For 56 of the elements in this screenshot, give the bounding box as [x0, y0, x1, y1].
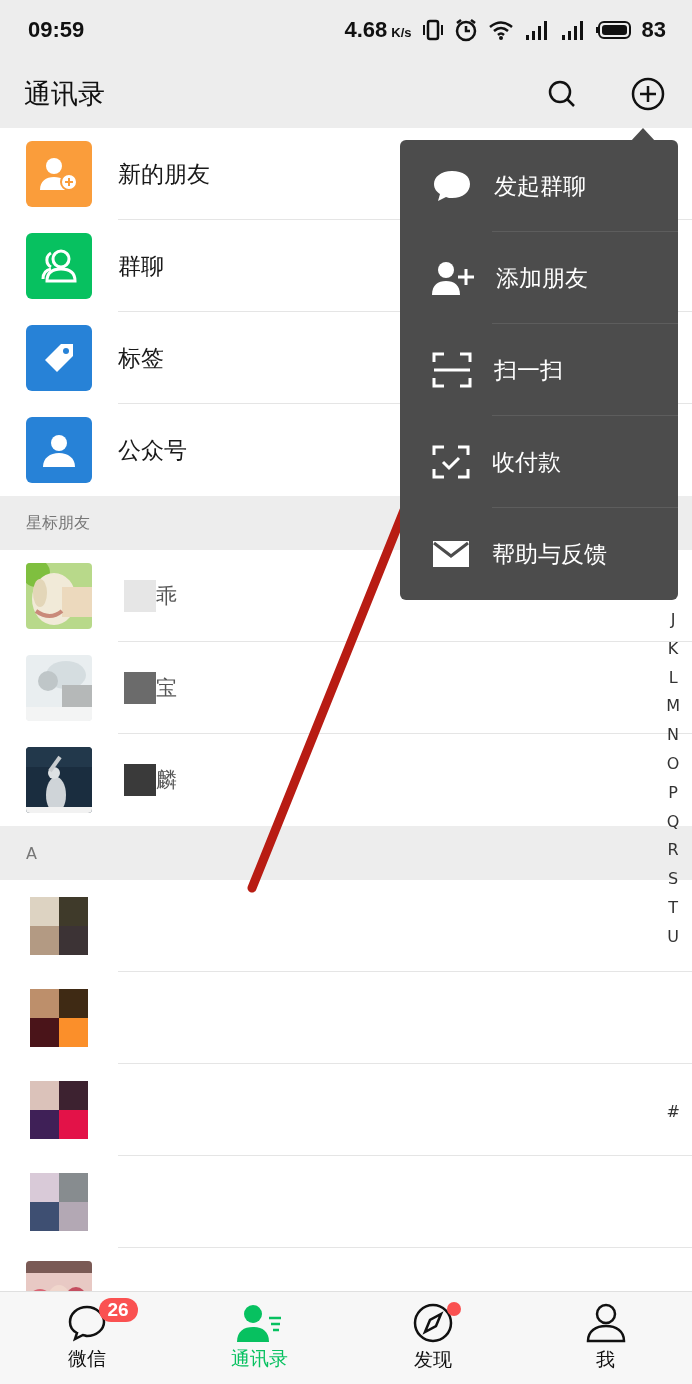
index-letter[interactable]: R — [667, 836, 679, 866]
entry-label[interactable]: 新的朋友 — [118, 158, 210, 190]
tab[interactable]: 微信 26 — [0, 1292, 173, 1384]
index-letter[interactable]: J — [670, 606, 676, 635]
menu-item[interactable]: 添加朋友 — [400, 232, 678, 324]
person-plus-icon — [40, 156, 78, 192]
index-letter[interactable]: O — [666, 750, 680, 779]
index-letter[interactable]: L — [668, 663, 678, 693]
contact-name[interactable]: 宝 — [156, 674, 177, 702]
index-letter[interactable]: M — [666, 692, 680, 722]
index-letter[interactable]: S — [668, 865, 679, 894]
menu-item[interactable]: 帮助与反馈 — [400, 508, 678, 600]
entry-label[interactable]: 群聊 — [118, 250, 164, 282]
index-letter[interactable]: K — [667, 634, 679, 664]
battery-level: 83 — [641, 17, 666, 43]
contact-name[interactable]: 乖 — [156, 582, 177, 610]
person-plus-icon — [432, 261, 474, 295]
envelope-icon — [432, 540, 470, 568]
speed-unit: K/s — [391, 25, 412, 40]
signal-icon — [559, 19, 586, 41]
add-button[interactable] — [630, 76, 666, 112]
tag-icon — [43, 342, 75, 374]
person-outline-icon — [585, 1303, 626, 1343]
vibrate-icon — [421, 19, 444, 41]
index-letter[interactable]: T — [668, 893, 678, 923]
chat-bubble-icon — [66, 1304, 107, 1342]
index-letter[interactable]: N — [667, 721, 680, 750]
entry-label[interactable]: 公众号 — [118, 434, 187, 466]
signal-icon — [523, 19, 550, 41]
battery-icon — [595, 20, 632, 40]
tab[interactable]: 发现 — [346, 1292, 519, 1384]
compass-icon — [412, 1303, 453, 1343]
section-header: 星标朋友 — [26, 512, 90, 534]
tab[interactable]: 我 — [519, 1292, 692, 1384]
contact-name[interactable]: 麟 — [156, 766, 177, 794]
wifi-icon — [487, 19, 514, 41]
menu-item[interactable]: 发起群聊 — [400, 140, 678, 232]
index-letter[interactable]: P — [668, 778, 678, 808]
status-time: 09:59 — [28, 17, 85, 43]
menu-item[interactable]: 扫一扫 — [400, 324, 678, 416]
index-letter[interactable]: U — [667, 922, 679, 952]
scan-check-icon — [432, 445, 470, 479]
people-icon — [41, 249, 77, 283]
entry-label[interactable]: 标签 — [118, 342, 164, 374]
speech-bubble-icon — [432, 169, 472, 203]
network-speed: 4.68 — [344, 17, 388, 43]
alarm-icon — [453, 18, 478, 42]
page-title: 通讯录 — [24, 77, 106, 111]
index-letter[interactable]: Q — [666, 807, 680, 837]
index-letter[interactable]: # — [666, 1097, 680, 1127]
person-list-icon — [236, 1304, 283, 1342]
section-header: A — [26, 843, 37, 863]
scan-icon — [432, 352, 472, 388]
person-icon — [43, 433, 75, 467]
menu-item[interactable]: 收付款 — [400, 416, 678, 508]
unread-badge: 26 — [98, 1298, 138, 1322]
